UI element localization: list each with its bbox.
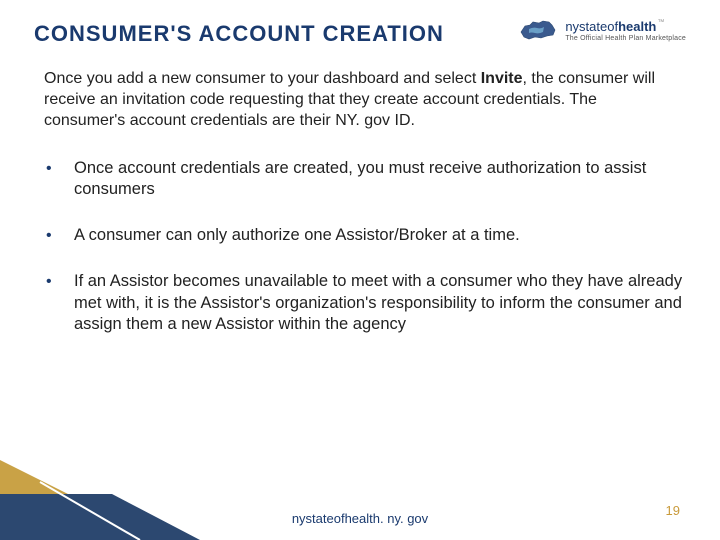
list-item: If an Assistor becomes unavailable to me…	[40, 271, 686, 336]
intro-before: Once you add a new consumer to your dash…	[44, 70, 481, 87]
page-number: 19	[666, 503, 680, 518]
footer-url: nystateofhealth. ny. gov	[0, 511, 720, 526]
slide: CONSUMER'S ACCOUNT CREATION nystateofhea…	[0, 0, 720, 540]
page-title: CONSUMER'S ACCOUNT CREATION	[34, 22, 444, 46]
corner-graphic-icon	[0, 460, 200, 540]
logo-subtitle: The Official Health Plan Marketplace	[565, 35, 686, 42]
header: CONSUMER'S ACCOUNT CREATION nystateofhea…	[34, 22, 686, 46]
list-item: Once account credentials are created, yo…	[40, 158, 686, 202]
logo: nystateofhealth™ The Official Health Pla…	[519, 18, 686, 42]
logo-text: nystateofhealth™ The Official Health Pla…	[565, 19, 686, 42]
intro-paragraph: Once you add a new consumer to your dash…	[44, 68, 680, 131]
ny-map-icon	[519, 18, 559, 42]
logo-main: nystateofhealth	[565, 19, 656, 34]
intro-bold: Invite	[481, 70, 523, 87]
bullet-list: Once account credentials are created, yo…	[40, 158, 686, 337]
list-item: A consumer can only authorize one Assist…	[40, 225, 686, 247]
trademark-icon: ™	[657, 19, 664, 26]
